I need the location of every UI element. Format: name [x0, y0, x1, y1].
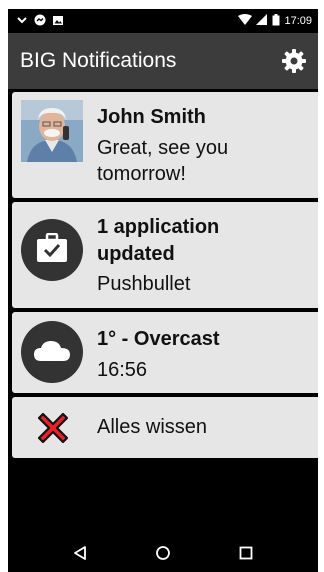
- status-bar: 17:09: [8, 9, 318, 33]
- clear-all-label: Alles wissen: [97, 416, 208, 438]
- app-bar: BIG Notifications: [8, 33, 318, 89]
- clear-all-button[interactable]: Alles wissen: [12, 397, 318, 458]
- navigation-bar: [8, 533, 318, 572]
- notification-message-line1: Great, see you: [97, 137, 229, 159]
- messenger-icon: [34, 14, 46, 29]
- cloud-icon: [33, 338, 71, 367]
- home-icon[interactable]: [143, 538, 183, 568]
- notification-title-line2: updated: [97, 243, 175, 265]
- clock: 17:09: [284, 15, 312, 27]
- image-icon: [52, 14, 64, 29]
- notification-source: Pushbullet: [97, 273, 191, 295]
- app-update-icon-bg: [21, 219, 83, 281]
- notification-card-message[interactable]: John Smith Great, see you tomorrow!: [12, 92, 318, 198]
- weather-time: 16:56: [97, 359, 148, 381]
- notification-card-app-update[interactable]: 1 application updated Pushbullet: [12, 202, 318, 308]
- red-x-icon: [34, 409, 72, 452]
- avatar: [21, 100, 83, 162]
- recents-icon[interactable]: [226, 538, 266, 568]
- gear-icon[interactable]: [280, 47, 308, 75]
- phone-screen: 17:09 BIG Notifications John Smith Great…: [8, 9, 318, 572]
- app-title: BIG Notifications: [20, 49, 177, 72]
- notification-card-weather[interactable]: 1° - Overcast 16:56: [12, 312, 318, 393]
- weather-title: 1° - Overcast: [97, 328, 220, 350]
- battery-icon: [272, 13, 280, 29]
- back-icon[interactable]: [60, 538, 100, 568]
- notification-sender: John Smith: [97, 106, 206, 128]
- briefcase-check-icon: [36, 232, 68, 268]
- chevron-down-icon: [16, 14, 28, 29]
- signal-icon: [256, 13, 268, 29]
- wifi-icon: [238, 13, 253, 29]
- notification-title-line1: 1 application: [97, 216, 220, 238]
- notification-message-line2: tomorrow!: [97, 163, 186, 185]
- weather-icon-bg: [21, 321, 83, 383]
